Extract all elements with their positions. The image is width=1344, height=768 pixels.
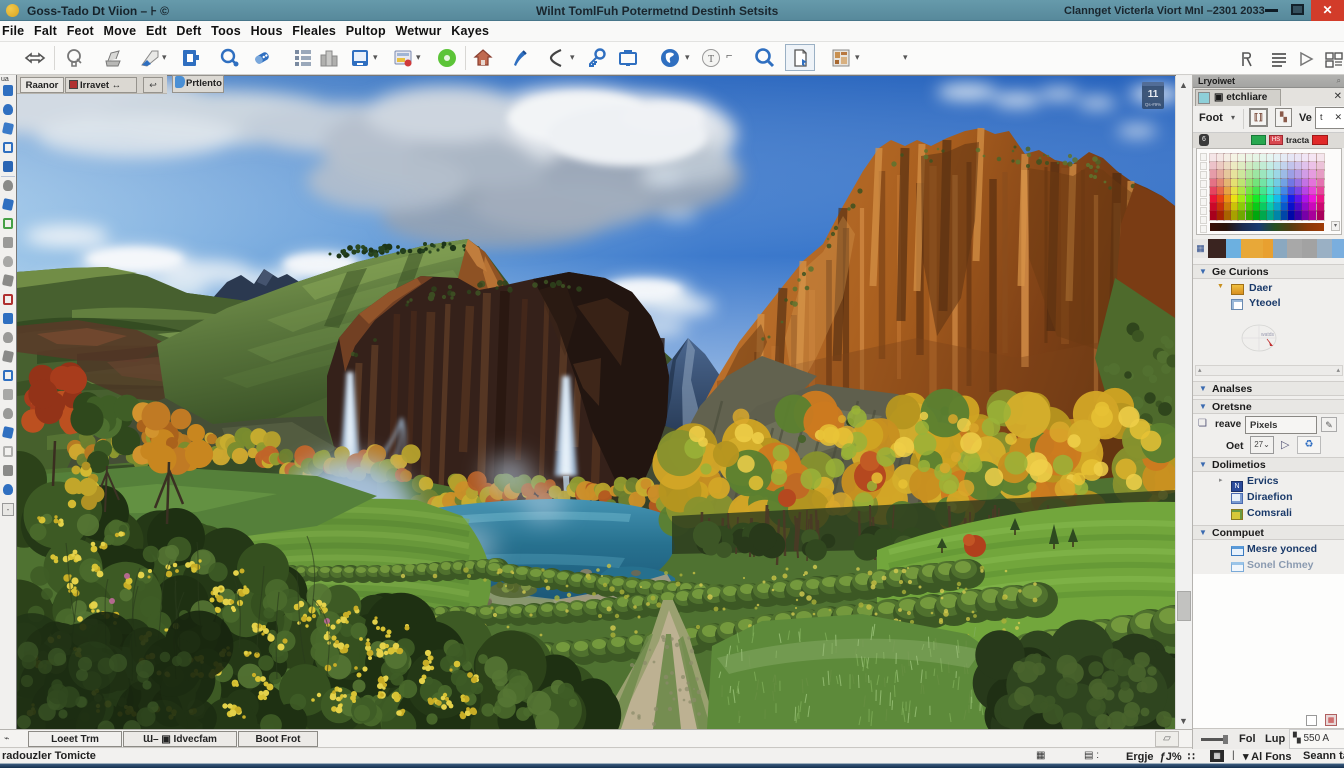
svg-text:11: 11 [1148,89,1159,100]
svg-text:Qs-#9%: Qs-#9% [1145,102,1161,107]
svg-text:T: T [708,54,714,65]
svg-text:watds: watds [1261,332,1275,338]
